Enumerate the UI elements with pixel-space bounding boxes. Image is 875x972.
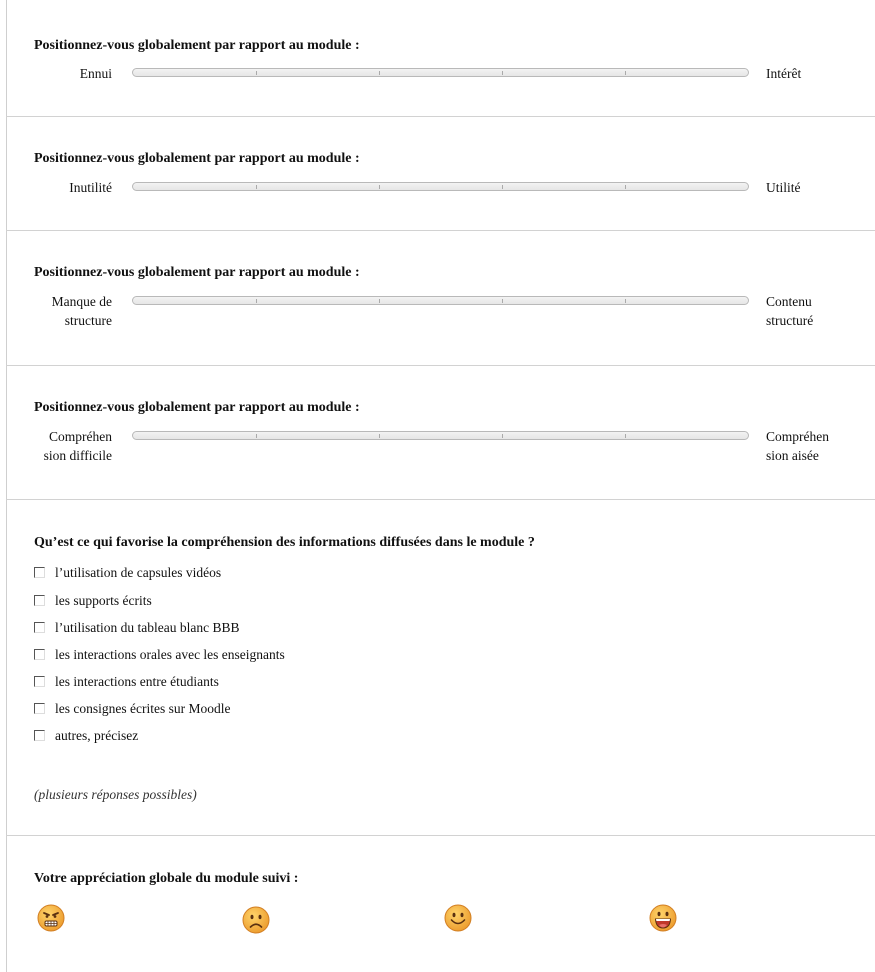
- laughing-face-icon: [649, 904, 677, 932]
- section-divider: [6, 116, 875, 117]
- scale-left-label: Ennui: [30, 64, 112, 83]
- question-title: Positionnez-vous globalement par rapport…: [34, 151, 360, 166]
- label-line: sion difficile: [43, 448, 112, 463]
- rating-slider[interactable]: [132, 68, 749, 77]
- smiling-face-icon[interactable]: [444, 904, 472, 932]
- slider-tick: [256, 185, 257, 189]
- slider-tick: [625, 185, 626, 189]
- slider-tick: [502, 299, 503, 303]
- rating-slider[interactable]: [132, 182, 749, 191]
- section-divider: [6, 499, 875, 500]
- slider-tick: [502, 71, 503, 75]
- checkbox-option[interactable]: les consignes écrites sur Moodle: [34, 699, 230, 719]
- rating-slider[interactable]: [132, 431, 749, 440]
- label-line: Intérêt: [766, 66, 802, 81]
- section-divider: [6, 835, 875, 836]
- scale-left-label: Compréhen sion difficile: [30, 427, 112, 465]
- scale-left-label: Manque de structure: [30, 292, 112, 330]
- checkbox[interactable]: [34, 702, 45, 714]
- option-label: l’utilisation de capsules vidéos: [55, 565, 222, 580]
- slider-tick: [379, 185, 380, 189]
- checkbox[interactable]: [34, 621, 45, 633]
- checkbox[interactable]: [34, 648, 45, 660]
- sad-face-icon: [242, 906, 270, 934]
- slider-tick: [379, 71, 380, 75]
- label-line: Inutilité: [69, 180, 112, 195]
- question-title: Positionnez-vous globalement par rapport…: [34, 400, 360, 415]
- option-label: autres, précisez: [55, 728, 139, 743]
- slider-tick: [625, 434, 626, 438]
- section-divider: [6, 365, 875, 366]
- label-line: Utilité: [766, 180, 801, 195]
- label-line: Manque de: [51, 294, 112, 309]
- slider-tick: [502, 185, 503, 189]
- question-title: Votre appréciation globale du module sui…: [34, 871, 299, 886]
- slider-tick: [502, 434, 503, 438]
- label-line: Contenu: [766, 294, 812, 309]
- slider-tick: [256, 299, 257, 303]
- slider-tick: [379, 434, 380, 438]
- sad-face-icon[interactable]: [242, 906, 270, 934]
- checkbox[interactable]: [34, 729, 45, 741]
- label-line: structuré: [766, 313, 814, 328]
- checkbox-option[interactable]: l’utilisation du tableau blanc BBB: [34, 618, 239, 638]
- question-title: Positionnez-vous globalement par rapport…: [34, 38, 360, 53]
- rating-slider[interactable]: [132, 296, 749, 305]
- checkbox[interactable]: [34, 594, 45, 606]
- scale-left-label: Inutilité: [30, 178, 112, 197]
- checkbox-option[interactable]: l’utilisation de capsules vidéos: [34, 563, 221, 583]
- checkbox[interactable]: [34, 566, 45, 578]
- scale-right-label: Utilité: [766, 178, 801, 197]
- checkbox-option[interactable]: les supports écrits: [34, 591, 152, 611]
- left-border: [6, 0, 7, 972]
- scale-right-label: Compréhen sion aisée: [766, 427, 829, 465]
- slider-tick: [256, 71, 257, 75]
- question-title: Qu’est ce qui favorise la compréhension …: [34, 535, 535, 550]
- label-line: Ennui: [79, 66, 112, 81]
- angry-face-icon[interactable]: [37, 904, 65, 932]
- angry-face-icon: [37, 904, 65, 932]
- checkbox-option[interactable]: les interactions entre étudiants: [34, 672, 219, 692]
- scale-right-label: Intérêt: [766, 64, 801, 83]
- section-divider: [6, 230, 875, 231]
- slider-tick: [256, 434, 257, 438]
- option-label: les supports écrits: [55, 593, 152, 608]
- checkbox-option[interactable]: autres, précisez: [34, 726, 138, 746]
- label-line: Compréhen: [49, 429, 112, 444]
- slider-tick: [625, 299, 626, 303]
- smiling-face-icon: [444, 904, 472, 932]
- label-line: sion aisée: [766, 448, 819, 463]
- checkbox[interactable]: [34, 675, 45, 687]
- multiple-answers-note: (plusieurs réponses possibles): [34, 787, 197, 802]
- question-title: Positionnez-vous globalement par rapport…: [34, 265, 360, 280]
- label-line: Compréhen: [766, 429, 829, 444]
- option-label: les interactions entre étudiants: [55, 674, 219, 689]
- slider-tick: [379, 299, 380, 303]
- label-line: structure: [64, 313, 112, 328]
- option-label: les consignes écrites sur Moodle: [55, 701, 231, 716]
- slider-tick: [625, 71, 626, 75]
- laughing-face-icon[interactable]: [649, 904, 677, 932]
- option-label: l’utilisation du tableau blanc BBB: [55, 620, 240, 635]
- checkbox-option[interactable]: les interactions orales avec les enseign…: [34, 645, 285, 665]
- option-label: les interactions orales avec les enseign…: [55, 647, 285, 662]
- scale-right-label: Contenu structuré: [766, 292, 813, 330]
